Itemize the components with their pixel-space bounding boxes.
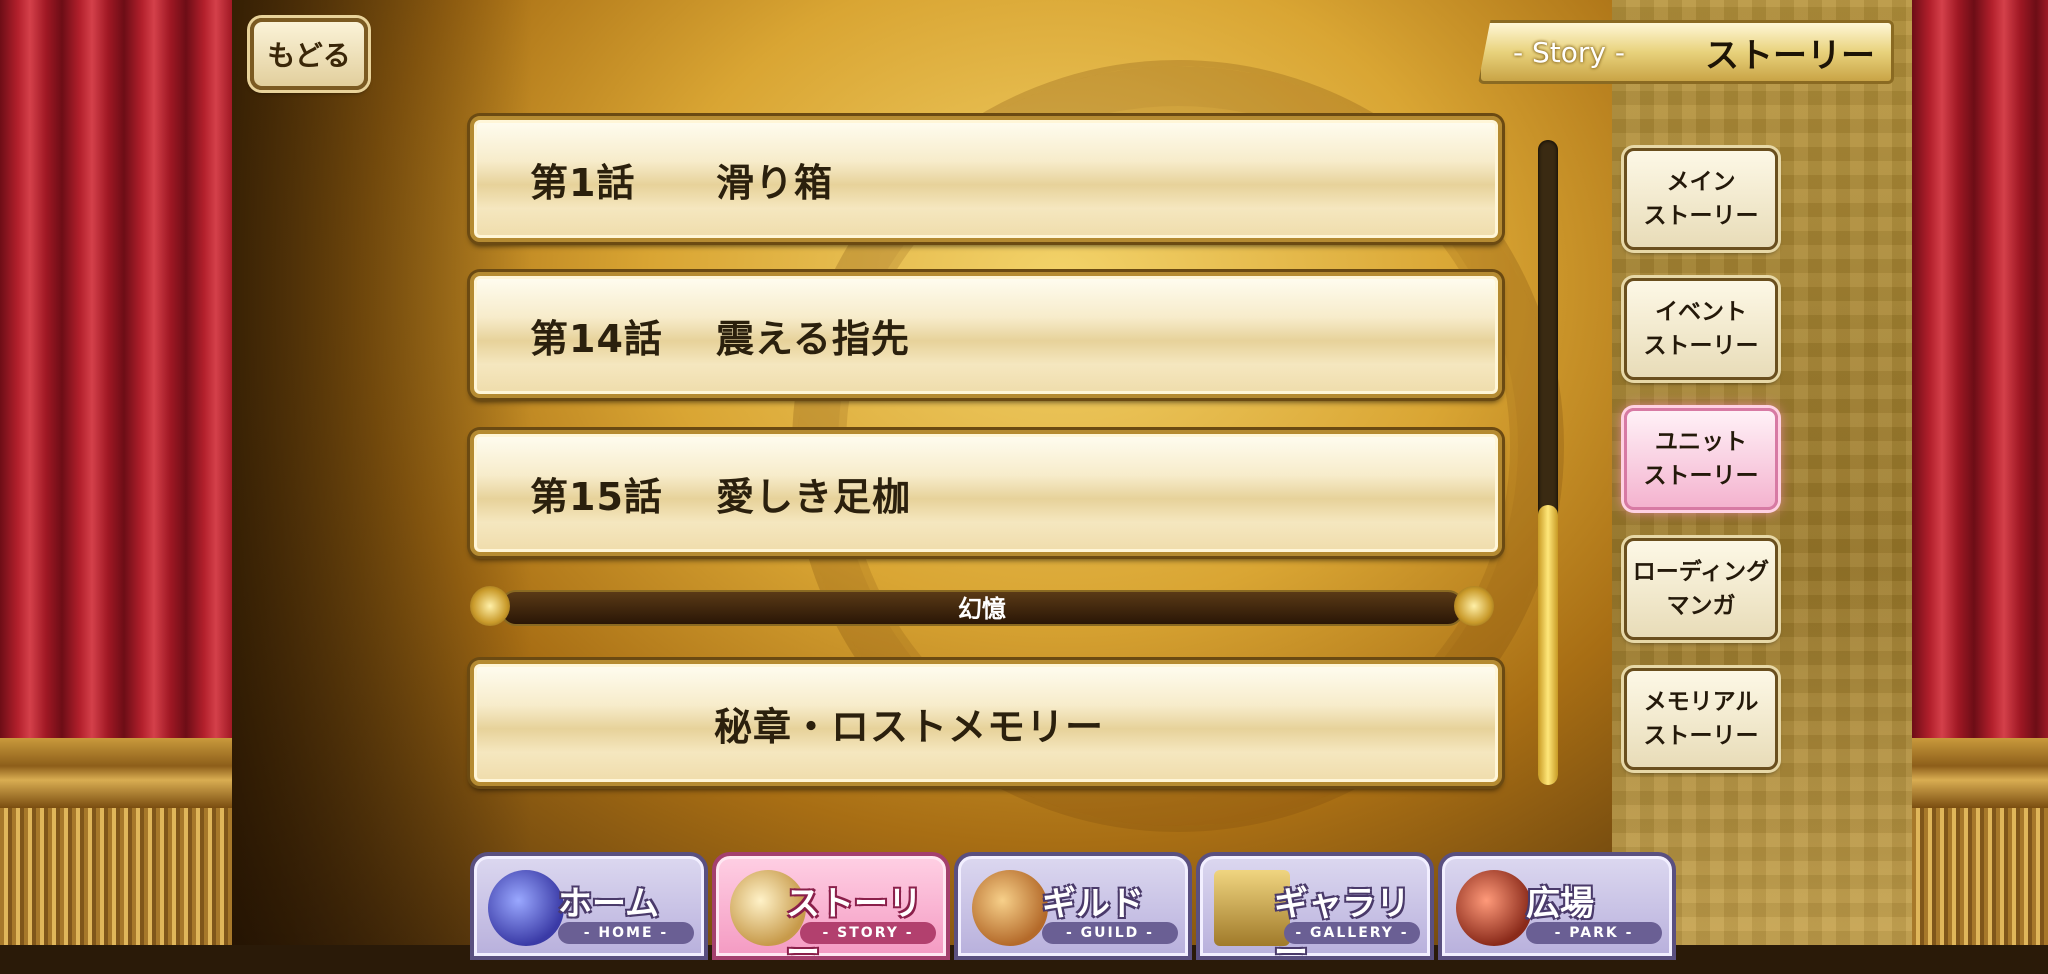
episode-number: 第1話: [530, 160, 636, 205]
nav-label: ホーム: [558, 884, 659, 924]
nav-home[interactable]: ホーム - HOME -: [470, 852, 708, 960]
story-special[interactable]: 秘章・ロストメモリー: [470, 660, 1502, 786]
nav-sublabel: - GALLERY -: [1284, 922, 1420, 944]
screen-title-banner: - Story - ストーリー: [1478, 20, 1894, 84]
characters-icon: [1456, 870, 1532, 946]
category-main-story[interactable]: メイン ストーリー: [1624, 148, 1778, 250]
screen-title-jp: ストーリー: [1705, 35, 1875, 76]
story-list: 第1話 滑り箱 第14話 震える指先 第15話 愛しき足枷 幻憶 秘章・ロストメ…: [470, 0, 1502, 820]
nav-gallery[interactable]: ギャラリー - GALLERY -: [1196, 852, 1434, 973]
category-unit-story[interactable]: ユニット ストーリー: [1624, 408, 1778, 510]
tent-icon: [488, 870, 564, 946]
nav-guild[interactable]: ギルド - GUILD -: [954, 852, 1192, 960]
story-episode-1[interactable]: 第1話 滑り箱: [470, 116, 1502, 242]
scrollbar-thumb[interactable]: [1538, 505, 1558, 785]
episode-number: 第14話: [530, 316, 663, 361]
right-curtain: [1912, 0, 2048, 945]
nav-story[interactable]: ストーリー - STORY -: [712, 852, 950, 973]
nav-sublabel: - PARK -: [1526, 922, 1662, 944]
left-curtain: [0, 0, 232, 945]
right-fringe: [1912, 808, 2048, 945]
story-episode-14[interactable]: 第14話 震える指先: [470, 272, 1502, 398]
episode-title: 震える指先: [716, 316, 910, 361]
section-label: 幻憶: [958, 594, 1006, 623]
nav-sublabel: - GUILD -: [1042, 922, 1178, 944]
left-valance: [0, 738, 232, 808]
screen-title-en: - Story -: [1513, 35, 1625, 69]
episode-title: 秘章・ロストメモリー: [714, 704, 1105, 749]
castle-icon: [972, 870, 1048, 946]
left-fringe: [0, 808, 232, 945]
right-valance: [1912, 738, 2048, 808]
section-divider: 幻憶: [470, 586, 1494, 626]
story-episode-15[interactable]: 第15話 愛しき足枷: [470, 430, 1502, 556]
nav-sublabel: - HOME -: [558, 922, 694, 944]
nav-park[interactable]: 広場 - PARK -: [1438, 852, 1676, 960]
episode-title: 愛しき足枷: [716, 474, 912, 519]
category-event-story[interactable]: イベント ストーリー: [1624, 278, 1778, 380]
nav-sublabel: - STORY -: [800, 922, 936, 944]
episode-title: 滑り箱: [716, 160, 834, 205]
category-memorial-story[interactable]: メモリアル ストーリー: [1624, 668, 1778, 770]
episode-number: 第15話: [530, 474, 663, 519]
category-loading-manga[interactable]: ローディング マンガ: [1624, 538, 1778, 640]
back-button[interactable]: もどる: [250, 18, 368, 90]
nav-label: ギルド: [1042, 884, 1144, 924]
nav-label: 広場: [1526, 884, 1594, 924]
